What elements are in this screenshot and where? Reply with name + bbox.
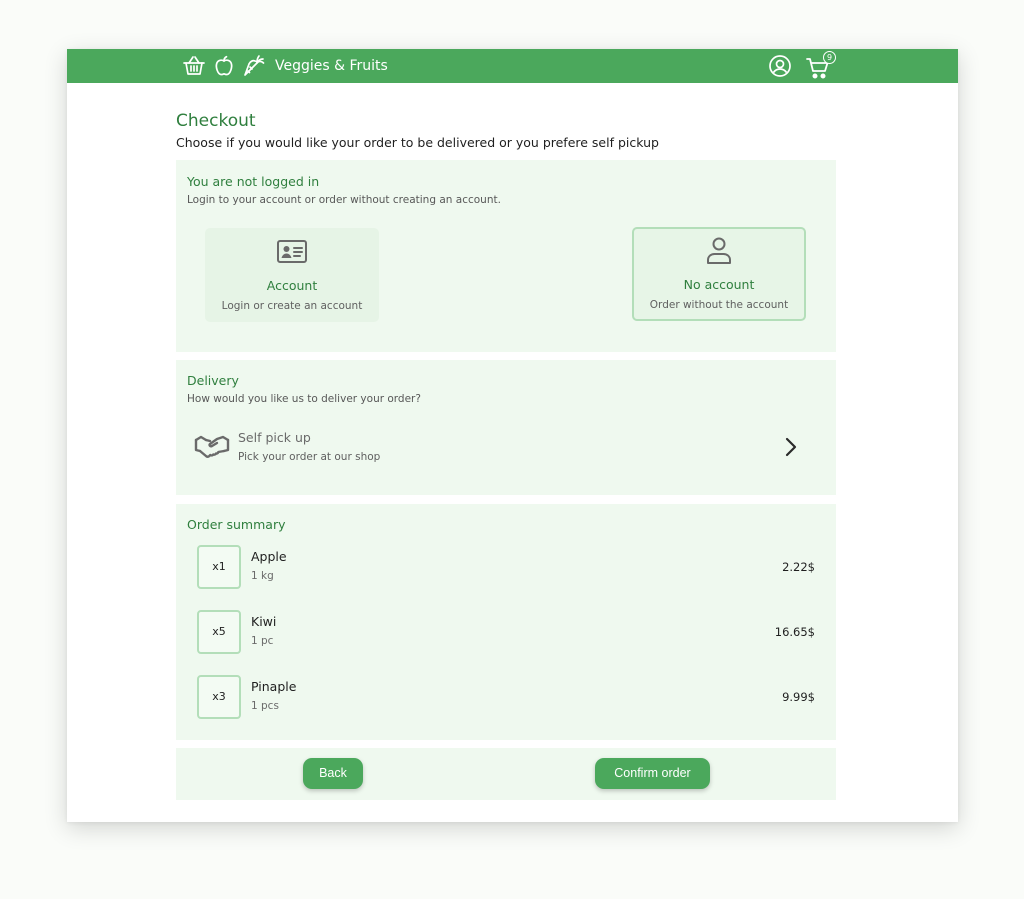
back-button[interactable]: Back: [303, 758, 363, 789]
handshake-icon: [194, 432, 230, 460]
item-unit: 1 kg: [251, 570, 274, 582]
item-price: 16.65$: [774, 625, 815, 639]
top-bar: Veggies & Fruits 9: [67, 49, 958, 83]
order-item: x1 Apple 1 kg 2.22$: [176, 545, 836, 595]
account-option-desc: Login or create an account: [221, 300, 363, 312]
cart-button[interactable]: 9: [806, 51, 836, 81]
item-quantity[interactable]: x3: [197, 675, 241, 719]
user-circle-icon: [768, 55, 792, 82]
no-account-option-title: No account: [683, 277, 755, 292]
page-title: Checkout: [176, 111, 256, 131]
item-unit: 1 pc: [251, 635, 274, 647]
delivery-title: Delivery: [187, 373, 239, 388]
order-item: x5 Kiwi 1 pc 16.65$: [176, 610, 836, 660]
item-name: Pinaple: [251, 679, 297, 694]
basket-icon: [182, 54, 206, 78]
order-summary-section: Order summary x1 Apple 1 kg 2.22$ x5 Kiw…: [176, 504, 836, 740]
delivery-section: Delivery How would you like us to delive…: [176, 360, 836, 495]
carrot-icon: [242, 54, 266, 78]
page-subtitle: Choose if you would like your order to b…: [176, 135, 659, 150]
confirm-order-button[interactable]: Confirm order: [595, 758, 710, 789]
item-name: Apple: [251, 549, 287, 564]
login-subtitle: Login to your account or order without c…: [187, 194, 501, 206]
order-item: x3 Pinaple 1 pcs 9.99$: [176, 675, 836, 725]
item-price: 9.99$: [782, 690, 815, 704]
item-quantity[interactable]: x5: [197, 610, 241, 654]
delivery-method-title: Self pick up: [238, 430, 311, 445]
order-summary-title: Order summary: [187, 517, 286, 532]
actions-bar: Back Confirm order: [176, 748, 836, 800]
brand-name: Veggies & Fruits: [275, 58, 388, 74]
delivery-subtitle: How would you like us to deliver your or…: [187, 393, 421, 405]
app-window: Veggies & Fruits 9 Checkout Choose if yo…: [67, 49, 958, 822]
no-account-option-desc: Order without the account: [649, 299, 789, 311]
item-price: 2.22$: [782, 560, 815, 574]
chevron-right-icon[interactable]: [782, 436, 800, 458]
item-quantity[interactable]: x1: [197, 545, 241, 589]
brand[interactable]: Veggies & Fruits: [182, 54, 388, 78]
cart-count-badge: 9: [823, 51, 836, 64]
account-option-title: Account: [266, 278, 318, 293]
account-option[interactable]: Account Login or create an account: [205, 228, 379, 322]
login-title: You are not logged in: [187, 174, 320, 189]
item-unit: 1 pcs: [251, 700, 279, 712]
account-button[interactable]: [768, 54, 792, 78]
user-icon: [703, 236, 735, 266]
delivery-method-desc: Pick your order at our shop: [238, 451, 381, 463]
item-name: Kiwi: [251, 614, 277, 629]
login-section: You are not logged in Login to your acco…: [176, 160, 836, 352]
id-card-icon: [276, 237, 308, 267]
apple-icon: [212, 54, 236, 78]
no-account-option[interactable]: No account Order without the account: [632, 227, 806, 321]
delivery-method-row[interactable]: Self pick up Pick your order at our shop: [176, 422, 836, 474]
